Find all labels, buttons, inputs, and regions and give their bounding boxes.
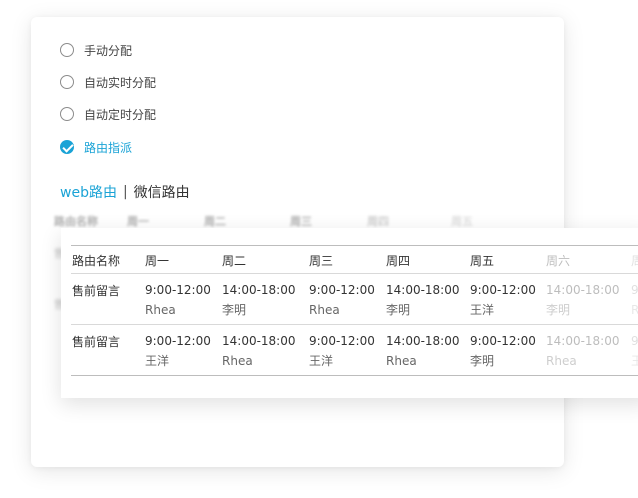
radio-auto-realtime[interactable] [60,75,74,89]
slot-cell: 9:00-12:00 王洋 [145,334,211,368]
header-saturday: 周六 [546,254,571,268]
background-table-header: 路由名称 周一 周二 周三 周四 周五 [54,213,574,229]
option-routing[interactable]: 路由指派 [60,137,132,157]
bg-header-cell: 周二 [204,215,226,228]
header-route-name: 路由名称 [72,254,121,268]
slot-cell: 9R [631,283,638,317]
slot-cell: 14:00-18:00 李明 [386,283,460,317]
slot-cell: 9:00-12:00 王洋 [309,334,375,368]
slot-cell: 9:00-12:00 Rhea [145,283,211,317]
slot-cell: 14:00-18:00 Rhea [546,334,620,368]
slot-cell: 14:00-18:00 李明 [546,283,620,317]
table-row[interactable]: 售前留言 9:00-12:00 Rhea 14:00-18:00 李明 9:00-1… [71,274,638,325]
checkmark-icon[interactable] [60,140,74,154]
table-row[interactable]: 售前留言 9:00-12:00 王洋 14:00-18:00 Rhea 9:00-1… [71,325,638,376]
bg-header-cell: 周三 [290,215,312,228]
header-thursday: 周四 [386,254,411,268]
option-auto-scheduled[interactable]: 自动定时分配 [60,104,156,124]
bg-header-cell: 周一 [127,215,149,228]
route-name-cell: 售前留言 [72,335,121,349]
option-auto-realtime-label: 自动实时分配 [84,75,157,90]
slot-cell: 9:00-12:00 王洋 [470,283,536,317]
header-friday: 周五 [470,254,495,268]
radio-manual[interactable] [60,43,74,57]
option-routing-label: 路由指派 [84,140,133,155]
slot-cell: 14:00-18:00 Rhea [386,334,460,368]
header-sunday: 周 [631,254,638,268]
tab-web-routing[interactable]: web路由 [60,182,117,202]
route-tabs: web路由 | 微信路由 [60,182,190,202]
route-name-cell: 售前留言 [72,284,121,298]
option-auto-scheduled-label: 自动定时分配 [84,107,157,122]
slot-cell: 9王 [631,334,638,368]
header-tuesday: 周二 [222,254,247,268]
option-auto-realtime[interactable]: 自动实时分配 [60,72,156,92]
tab-wechat-routing[interactable]: 微信路由 [134,182,190,202]
routing-table: 路由名称 周一 周二 周三 周四 周五 周六 周 售前留言 9:00-12:00… [71,245,638,376]
bg-header-cell: 路由名称 [54,215,98,228]
bg-header-cell: 周五 [451,215,473,228]
option-manual-label: 手动分配 [84,43,133,58]
slot-cell: 9:00-12:00 Rhea [309,283,375,317]
tab-separator: | [122,184,128,200]
slot-cell: 14:00-18:00 李明 [222,283,296,317]
header-wednesday: 周三 [309,254,334,268]
table-header: 路由名称 周一 周二 周三 周四 周五 周六 周 [71,246,638,274]
header-monday: 周一 [145,254,170,268]
slot-cell: 14:00-18:00 Rhea [222,334,296,368]
bg-header-cell: 周四 [367,215,389,228]
option-manual[interactable]: 手动分配 [60,40,132,60]
slot-cell: 9:00-12:00 李明 [470,334,536,368]
radio-auto-scheduled[interactable] [60,107,74,121]
